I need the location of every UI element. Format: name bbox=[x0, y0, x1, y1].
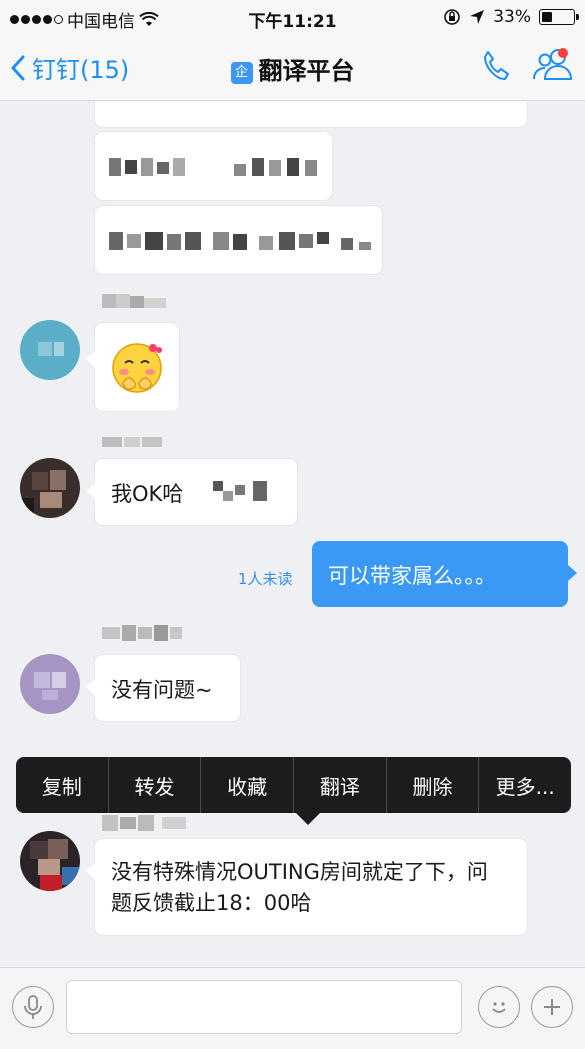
sender-name-obscured bbox=[102, 625, 182, 641]
menu-forward[interactable]: 转发 bbox=[109, 757, 202, 813]
bubble-tail bbox=[86, 863, 95, 879]
message-text: 我OK哈 bbox=[111, 482, 184, 506]
sender-name-obscured bbox=[102, 815, 186, 831]
avatar[interactable] bbox=[20, 458, 80, 518]
status-bar: 中国电信 下午11:21 33% bbox=[0, 0, 585, 36]
message-text: 没有特殊情况OUTING房间就定了下，问题反馈截止18：00哈 bbox=[111, 860, 488, 915]
rotation-lock-icon bbox=[444, 9, 461, 25]
bubble-tail bbox=[568, 565, 577, 581]
status-right: 33% bbox=[443, 7, 579, 27]
context-menu-pointer bbox=[296, 813, 320, 825]
menu-favorite[interactable]: 收藏 bbox=[201, 757, 295, 813]
notification-dot bbox=[558, 48, 568, 58]
avatar[interactable] bbox=[20, 831, 80, 891]
smiley-icon bbox=[492, 1002, 506, 1013]
menu-translate[interactable]: 翻译 bbox=[294, 757, 387, 813]
unread-count[interactable]: 1人未读 bbox=[238, 568, 293, 589]
message-text: 可以带家属么。。。 bbox=[328, 564, 496, 588]
battery-percent: 33% bbox=[493, 7, 531, 27]
emoji-button[interactable] bbox=[478, 986, 520, 1028]
location-arrow-icon bbox=[470, 10, 485, 24]
emoji-bubble[interactable] bbox=[86, 323, 179, 411]
plus-icon bbox=[544, 999, 560, 1015]
bubble-tail bbox=[86, 351, 95, 367]
menu-more[interactable]: 更多... bbox=[479, 757, 571, 813]
sender-name-obscured bbox=[102, 437, 164, 447]
call-button[interactable] bbox=[482, 50, 510, 86]
bubble-tail bbox=[86, 679, 95, 695]
message-bubble[interactable]: 我OK哈 bbox=[86, 459, 297, 525]
menu-copy[interactable]: 复制 bbox=[16, 757, 109, 813]
message-bubble-obscured[interactable] bbox=[95, 132, 332, 200]
more-button[interactable] bbox=[531, 986, 573, 1028]
message-text: 没有问题~ bbox=[111, 678, 213, 702]
my-message-bubble[interactable]: 可以带家属么。。。 bbox=[312, 541, 577, 607]
message-bubble-obscured[interactable] bbox=[95, 206, 382, 274]
context-menu: 复制 转发 收藏 翻译 删除 更多... bbox=[16, 757, 571, 813]
message-bubble[interactable]: 没有问题~ bbox=[86, 655, 240, 721]
menu-delete[interactable]: 删除 bbox=[387, 757, 480, 813]
message-bubble-truncated[interactable] bbox=[95, 101, 527, 127]
avatar[interactable] bbox=[20, 320, 80, 380]
shy-emoji-icon bbox=[112, 343, 162, 393]
message-input[interactable] bbox=[66, 980, 462, 1034]
avatar[interactable] bbox=[20, 654, 80, 714]
input-bar bbox=[0, 967, 585, 1049]
nav-bar: 钉钉(15) 企翻译平台 bbox=[0, 36, 585, 101]
enterprise-badge: 企 bbox=[230, 62, 253, 84]
battery-icon bbox=[539, 9, 579, 25]
phone-icon bbox=[484, 51, 509, 81]
sender-name-obscured bbox=[102, 294, 168, 308]
message-bubble-selected[interactable]: 没有特殊情况OUTING房间就定了下，问题反馈截止18：00哈 bbox=[86, 839, 527, 935]
bubble-tail bbox=[86, 483, 95, 499]
voice-button[interactable] bbox=[12, 986, 54, 1028]
chat-list[interactable]: 我OK哈 1人未读 可以带家属么。。。 没有问题~ 没有特殊情况OUTING房间… bbox=[0, 101, 585, 967]
microphone-icon bbox=[24, 995, 42, 1019]
chat-title: 翻译平台 bbox=[258, 57, 355, 85]
